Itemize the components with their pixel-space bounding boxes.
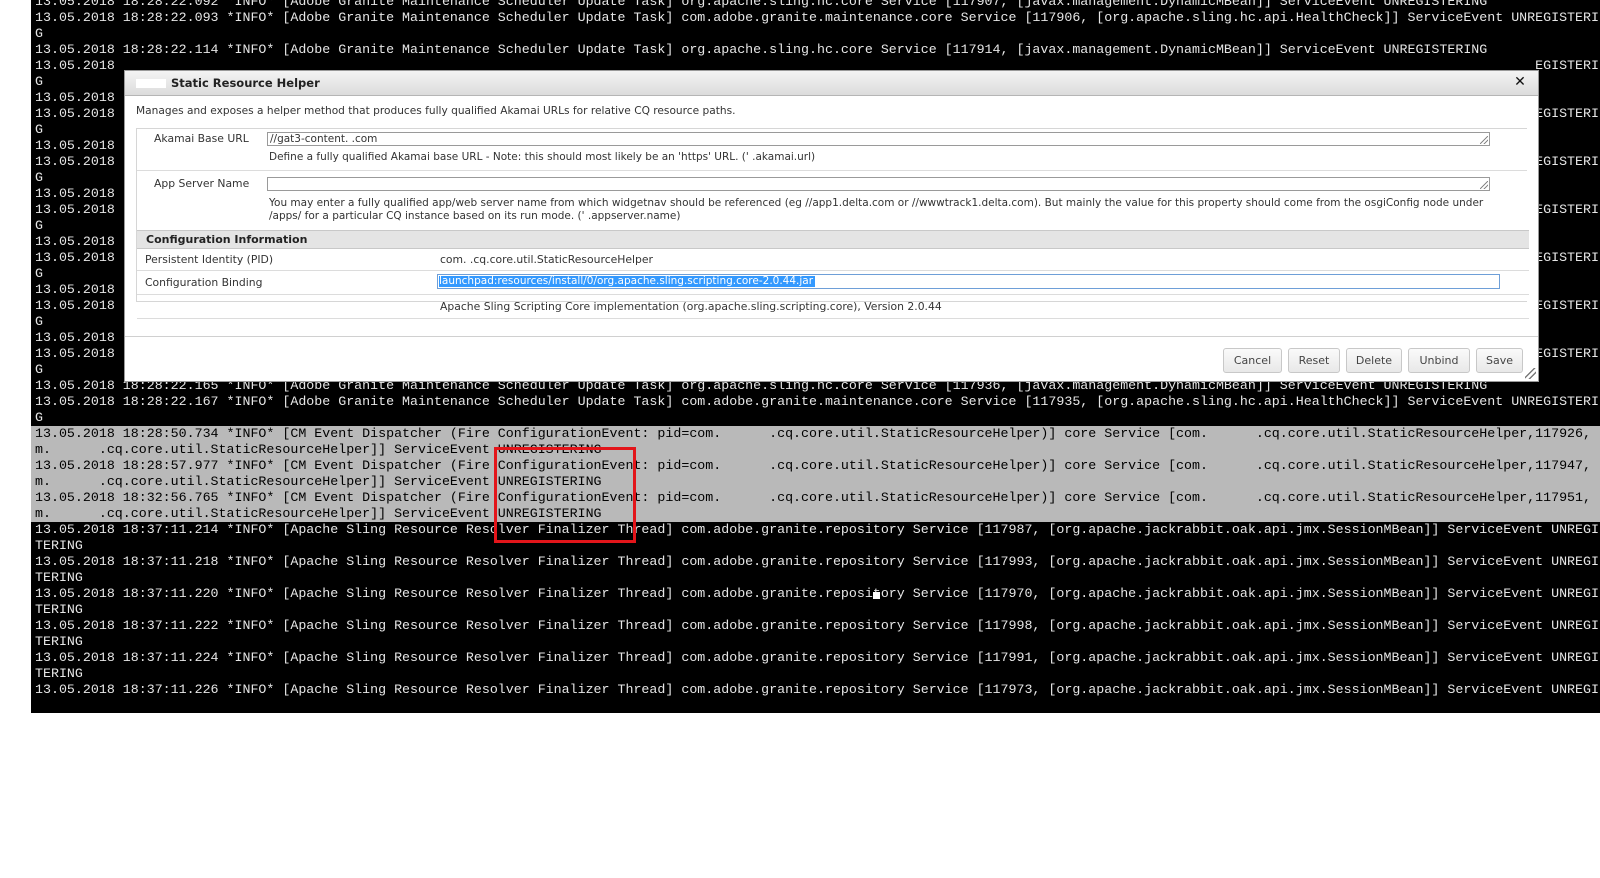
resize-grip-icon[interactable]: [1480, 181, 1488, 189]
log-line: 13.05.2018 18:28:22.167 *INFO* [Adobe Gr…: [35, 394, 1600, 409]
mouse-cursor-marker: [873, 592, 880, 599]
unbind-button[interactable]: Unbind: [1408, 348, 1470, 373]
properties-panel: Akamai Base URL //gat3-content. .com Def…: [136, 128, 1529, 319]
property-divider: [137, 170, 1527, 171]
configuration-info-title: Configuration Information: [146, 233, 308, 246]
configuration-dialog: Static Resource Helper ✕ Manages and exp…: [124, 70, 1539, 382]
dialog-titlebar[interactable]: Static Resource Helper ✕: [125, 71, 1538, 96]
log-line: G: [35, 26, 43, 41]
log-line: G: [35, 410, 43, 425]
log-line: m. .cq.core.util.StaticResourceHelper]] …: [31, 442, 1600, 458]
binding-value: launchpad:resources/install/0/org.apache…: [439, 275, 816, 287]
log-line: m. .cq.core.util.StaticResourceHelper]] …: [31, 474, 1600, 490]
title-redaction: [136, 79, 166, 88]
app-server-name-field[interactable]: [267, 177, 1490, 191]
app-server-name-label: App Server Name: [154, 177, 250, 190]
log-line: 13.05.2018 18:28:22.093 *INFO* [Adobe Gr…: [35, 10, 1600, 25]
log-line: 13.05.2018 18:37:11.226 *INFO* [Apache S…: [35, 682, 1599, 697]
save-button[interactable]: Save: [1476, 348, 1523, 373]
app-server-name-help-line1: You may enter a fully qualified app/web …: [269, 197, 1484, 209]
configuration-info-header: Configuration Information: [137, 230, 1529, 249]
cancel-button[interactable]: Cancel: [1223, 348, 1282, 373]
akamai-base-url-label: Akamai Base URL: [154, 132, 249, 145]
akamai-base-url-value: //gat3-content. .com: [270, 133, 378, 145]
log-line: 13.05.2018 18:28:22.114 *INFO* [Adobe Gr…: [35, 42, 1488, 57]
log-line: 13.05.2018 18:37:11.220 *INFO* [Apache S…: [35, 586, 1599, 601]
log-line: TERING: [35, 570, 83, 585]
log-line: TERING: [35, 602, 83, 617]
log-line: TERING: [35, 666, 83, 681]
log-line: 13.05.2018 18:28:22.092 *INFO* [Adobe Gr…: [35, 0, 1488, 9]
akamai-base-url-field[interactable]: //gat3-content. .com: [267, 132, 1490, 146]
footer-divider: [125, 336, 1538, 337]
binding-field[interactable]: launchpad:resources/install/0/org.apache…: [437, 274, 1500, 289]
dialog-resize-grip-icon[interactable]: [1525, 368, 1536, 379]
app-server-name-help-line2: /apps/ for a particular CQ instance base…: [269, 210, 681, 222]
close-icon[interactable]: ✕: [1512, 74, 1528, 90]
reset-button[interactable]: Reset: [1288, 348, 1340, 373]
log-line: 13.05.2018 18:28:57.977 *INFO* [CM Event…: [31, 458, 1600, 474]
binding-label: Configuration Binding: [145, 276, 263, 289]
delete-button[interactable]: Delete: [1346, 348, 1402, 373]
log-line: 13.05.2018 18:37:11.224 *INFO* [Apache S…: [35, 650, 1599, 665]
log-line: TERING: [35, 538, 83, 553]
binding-row: Configuration Binding launchpad:resource…: [137, 271, 1529, 295]
dialog-description: Manages and exposes a helper method that…: [136, 105, 736, 117]
log-line: 13.05.2018 18:37:11.222 *INFO* [Apache S…: [35, 618, 1599, 633]
dialog-title: Static Resource Helper: [171, 76, 320, 90]
bundle-row: Apache Sling Scripting Core implementati…: [137, 295, 1529, 319]
log-line: m. .cq.core.util.StaticResourceHelper]] …: [31, 506, 1600, 522]
log-line: 13.05.2018 18:37:11.218 *INFO* [Apache S…: [35, 554, 1599, 569]
log-line: TERING: [35, 634, 83, 649]
log-line: 13.05.2018 18:32:56.765 *INFO* [CM Event…: [31, 490, 1600, 506]
resize-grip-icon[interactable]: [1480, 136, 1488, 144]
pid-row: Persistent Identity (PID) com. .cq.core.…: [137, 249, 1529, 271]
log-line: 13.05.2018 18:28:50.734 *INFO* [CM Event…: [31, 426, 1600, 442]
log-line: 13.05.2018 18:37:11.214 *INFO* [Apache S…: [35, 522, 1599, 537]
pid-value: com. .cq.core.util.StaticResourceHelper: [440, 253, 653, 266]
pid-label: Persistent Identity (PID): [145, 253, 274, 266]
akamai-base-url-help: Define a fully qualified Akamai base URL…: [269, 151, 816, 163]
bundle-info: Apache Sling Scripting Core implementati…: [440, 300, 942, 313]
